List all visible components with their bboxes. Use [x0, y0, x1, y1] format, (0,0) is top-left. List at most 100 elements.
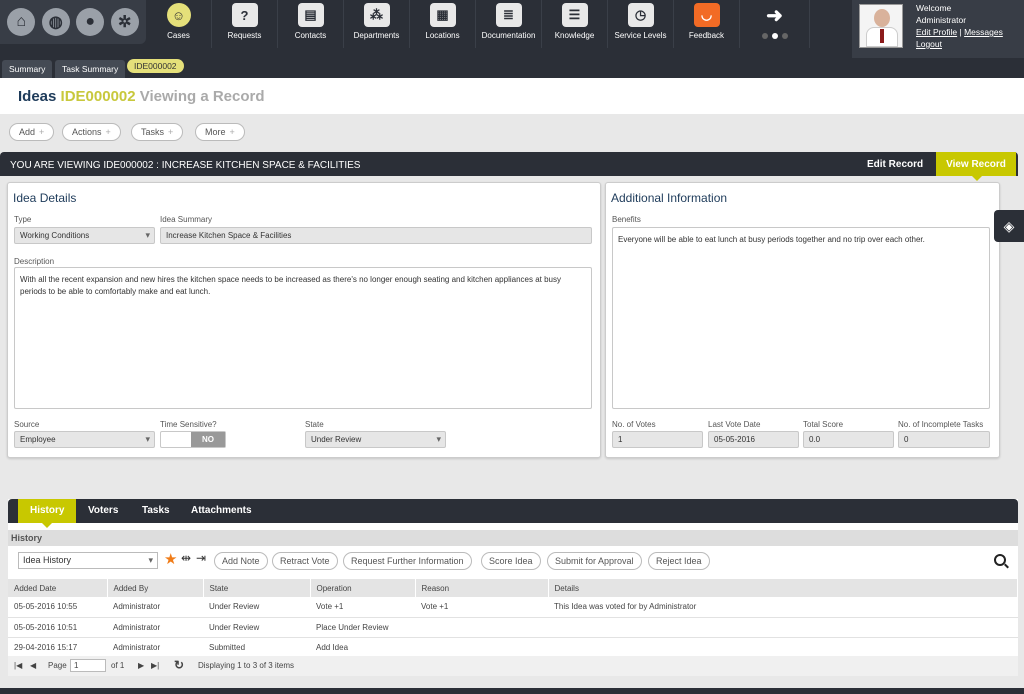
request-info-button[interactable]: Request Further Information — [343, 552, 472, 570]
incomplete-tasks-field[interactable]: 0 — [898, 431, 990, 448]
page-input[interactable]: 1 — [70, 659, 106, 672]
edit-profile-link[interactable]: Edit Profile — [916, 27, 957, 37]
state-select[interactable]: Under Review — [305, 431, 446, 448]
type-select[interactable]: Working Conditions — [14, 227, 155, 244]
cell: 05-05-2016 10:55 — [8, 597, 107, 618]
gears-icon[interactable]: ✲ — [110, 8, 139, 36]
home-icon[interactable]: ⌂ — [7, 8, 36, 36]
col-added-by[interactable]: Added By — [107, 579, 204, 597]
add-note-button[interactable]: Add Note — [214, 552, 268, 570]
action-bar: Add + Actions + Tasks + More + — [0, 114, 1024, 150]
col-added-date[interactable]: Added Date — [8, 579, 108, 597]
refresh-icon[interactable]: ↻ — [174, 658, 184, 672]
col-operation[interactable]: Operation — [310, 579, 416, 597]
col-state[interactable]: State — [203, 579, 311, 597]
cell — [548, 637, 1018, 658]
time-sensitive-toggle[interactable]: NO — [160, 431, 226, 448]
pager: |◀ ◀ Page 1 of 1 ▶ ▶| ↻ Displaying 1 to … — [8, 656, 1018, 676]
departments-icon: ⁂ — [363, 3, 390, 27]
tab-voters[interactable]: Voters — [88, 505, 118, 516]
type-label: Type — [14, 215, 32, 224]
cell — [415, 617, 548, 638]
nav-items: ☺ Cases ? Requests ▤ Contacts ⁂ Departments … — [146, 0, 810, 48]
table-row[interactable]: 05-05-2016 10:55 Administrator Under Rev… — [8, 597, 1018, 618]
edit-record-button[interactable]: Edit Record — [867, 159, 923, 170]
nav-contacts[interactable]: ▤ Contacts — [278, 0, 344, 48]
nav-requests[interactable]: ? Requests — [212, 0, 278, 48]
nav-knowledge[interactable]: ☰ Knowledge — [542, 0, 608, 48]
contacts-icon: ▤ — [297, 3, 324, 27]
globe-icon[interactable]: ◍ — [41, 8, 70, 36]
cell: Administrator — [107, 617, 203, 638]
actions-button[interactable]: Actions + — [62, 123, 121, 141]
nav-documentation[interactable]: ≣ Documentation — [476, 0, 542, 48]
nav-cases[interactable]: ☺ Cases — [146, 0, 212, 48]
benefits-label: Benefits — [612, 215, 641, 224]
search-icon[interactable] — [994, 554, 1006, 566]
tab-tasks[interactable]: Tasks — [142, 505, 170, 516]
benefits-field[interactable]: Everyone will be able to eat lunch at bu… — [612, 227, 990, 409]
votes-field[interactable]: 1 — [612, 431, 703, 448]
view-record-button[interactable]: View Record — [936, 152, 1016, 181]
nav-service-levels[interactable]: ◷ Service Levels — [608, 0, 674, 48]
tag-icon[interactable]: ◈ — [994, 210, 1024, 242]
viewing-title: YOU ARE VIEWING IDE000002 : INCREASE KIT… — [10, 160, 361, 171]
star-icon[interactable]: ★ — [164, 550, 177, 568]
nav-feedback[interactable]: ◡ Feedback — [674, 0, 740, 48]
tab-task-summary[interactable]: Task Summary — [55, 60, 126, 78]
prev-page-icon[interactable]: ◀ — [30, 661, 36, 670]
description-field[interactable]: With all the recent expansion and new hi… — [14, 267, 592, 409]
nav-departments[interactable]: ⁂ Departments — [344, 0, 410, 48]
source-select[interactable]: Employee — [14, 431, 155, 448]
cell: Administrator — [107, 597, 203, 618]
pager-display: Displaying 1 to 3 of 3 items — [198, 661, 295, 670]
col-reason[interactable]: Reason — [415, 579, 549, 597]
submit-approval-button[interactable]: Submit for Approval — [547, 552, 642, 570]
last-vote-field[interactable]: 05-05-2016 — [708, 431, 799, 448]
idea-details-title: Idea Details — [13, 191, 77, 205]
tab-history[interactable]: History — [18, 499, 77, 528]
history-section: History Voters Tasks Attachments History… — [8, 499, 1018, 676]
split-icon[interactable]: ⇹ — [181, 551, 191, 565]
tab-ide000002[interactable]: IDE000002 — [127, 59, 184, 73]
footer-bar — [0, 688, 1024, 694]
cell: Vote +1 — [415, 597, 548, 618]
nav-page-dots[interactable] — [761, 33, 788, 39]
separator: | — [959, 27, 962, 37]
table-row[interactable]: 05-05-2016 10:51 Administrator Under Rev… — [8, 617, 1018, 638]
votes-label: No. of Votes — [612, 420, 656, 429]
table-row[interactable]: 29-04-2016 15:17 Administrator Submitted… — [8, 637, 1018, 658]
nav-label: Feedback — [688, 31, 725, 40]
nav-label: Locations — [425, 31, 460, 40]
export-icon[interactable]: ⇥ — [196, 551, 206, 565]
reject-idea-button[interactable]: Reject Idea — [648, 552, 710, 570]
last-page-icon[interactable]: ▶| — [151, 661, 159, 670]
first-page-icon[interactable]: |◀ — [14, 661, 22, 670]
logout-link[interactable]: Logout — [916, 39, 942, 49]
nav-label: Cases — [167, 31, 190, 40]
tab-attachments[interactable]: Attachments — [191, 505, 252, 516]
user-icon[interactable]: ● — [76, 8, 105, 36]
next-page-icon[interactable]: ▶ — [138, 661, 144, 670]
source-label: Source — [14, 420, 40, 429]
nav-next[interactable]: ➜ — [740, 0, 810, 48]
tab-summary[interactable]: Summary — [2, 60, 53, 78]
history-select[interactable]: Idea History — [18, 552, 158, 569]
cases-icon: ☺ — [166, 3, 191, 27]
cell: Submitted — [203, 637, 310, 658]
col-details[interactable]: Details — [548, 579, 1018, 597]
more-button[interactable]: More + — [195, 123, 245, 141]
nav-label: Knowledge — [554, 31, 595, 40]
last-vote-label: Last Vote Date — [708, 420, 761, 429]
nav-locations[interactable]: ▦ Locations — [410, 0, 476, 48]
score-idea-button[interactable]: Score Idea — [481, 552, 541, 570]
title-sub: Viewing a Record — [139, 88, 265, 105]
add-button[interactable]: Add + — [9, 123, 55, 141]
retract-vote-button[interactable]: Retract Vote — [272, 552, 338, 570]
arrow-right-icon: ➜ — [766, 4, 783, 27]
tasks-button[interactable]: Tasks + — [131, 123, 184, 141]
total-score-field[interactable]: 0.0 — [803, 431, 894, 448]
cell: Add Idea — [310, 637, 415, 658]
messages-link[interactable]: Messages — [964, 27, 1003, 37]
summary-field[interactable]: Increase Kitchen Space & Facilities — [160, 227, 592, 244]
